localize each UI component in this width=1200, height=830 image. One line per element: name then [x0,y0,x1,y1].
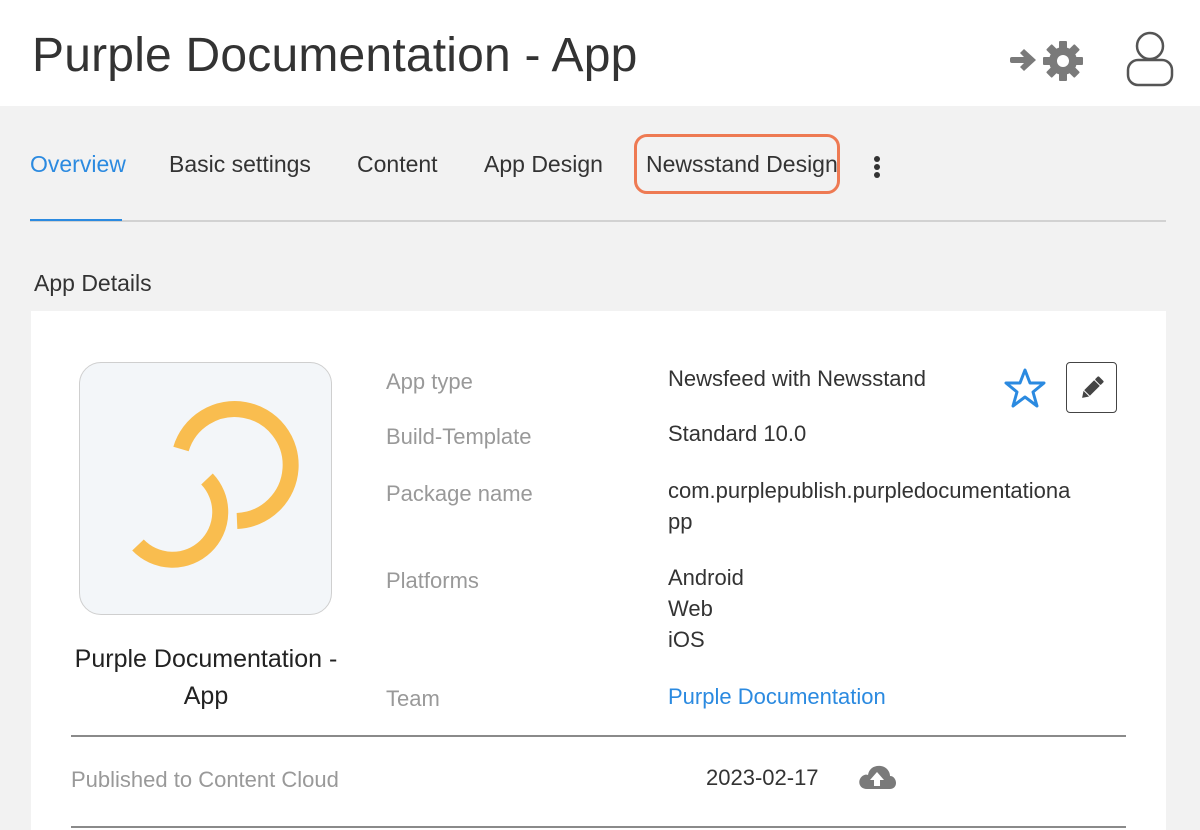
publish-cloud-button[interactable] [857,761,897,795]
team-link[interactable]: Purple Documentation [668,681,886,712]
tab-app-design[interactable]: App Design [484,151,603,178]
arrow-gear-icon [1010,41,1083,81]
app-type-value: Newsfeed with Newsstand [668,366,927,391]
section-title: App Details [34,270,152,296]
app-type-label: App type [386,369,473,394]
package-name-value-line1: com.purplepublish.purpledocumentationa [668,478,1071,503]
kebab-menu-icon [874,156,880,162]
more-tabs-button[interactable] [873,156,881,182]
published-label: Published to Content Cloud [71,767,339,792]
platforms-label: Platforms [386,568,479,593]
pencil-icon [1081,375,1104,398]
page-header: Purple Documentation - App [0,0,1200,106]
header-actions [1008,30,1188,90]
app-logo-icon [132,401,299,568]
tab-bar: Overview Basic settings Content App Desi… [30,130,1166,222]
package-name-label: Package name [386,481,533,506]
platform-item: iOS [668,627,705,652]
edit-button[interactable] [1066,362,1117,413]
active-tab-indicator [30,219,122,221]
tab-basic-settings[interactable]: Basic settings [169,151,311,178]
build-template-value: Standard 10.0 [668,421,807,446]
tab-content[interactable]: Content [357,151,438,178]
favorite-button[interactable] [1004,367,1046,409]
build-template-label: Build-Template [386,424,532,449]
team-label: Team [386,686,440,711]
platform-item: Android [668,565,744,590]
star-icon [1004,368,1046,408]
published-date: 2023-02-17 [706,765,819,790]
user-account-button[interactable] [1124,30,1176,88]
divider [71,826,1126,828]
app-details-card: Purple Documentation - App App type News… [31,311,1166,830]
app-name: Purple Documentation - App [74,645,338,710]
divider [71,735,1126,737]
app-logo [79,362,332,615]
settings-button[interactable] [1008,36,1088,86]
user-icon [1126,31,1174,87]
platform-item: Web [668,596,713,621]
page-title: Purple Documentation - App [32,29,638,82]
tab-newsstand-design[interactable]: Newsstand Design [646,151,838,178]
cloud-upload-icon [859,765,896,789]
package-name-value-line2: pp [668,509,693,534]
tab-overview[interactable]: Overview [30,151,126,178]
